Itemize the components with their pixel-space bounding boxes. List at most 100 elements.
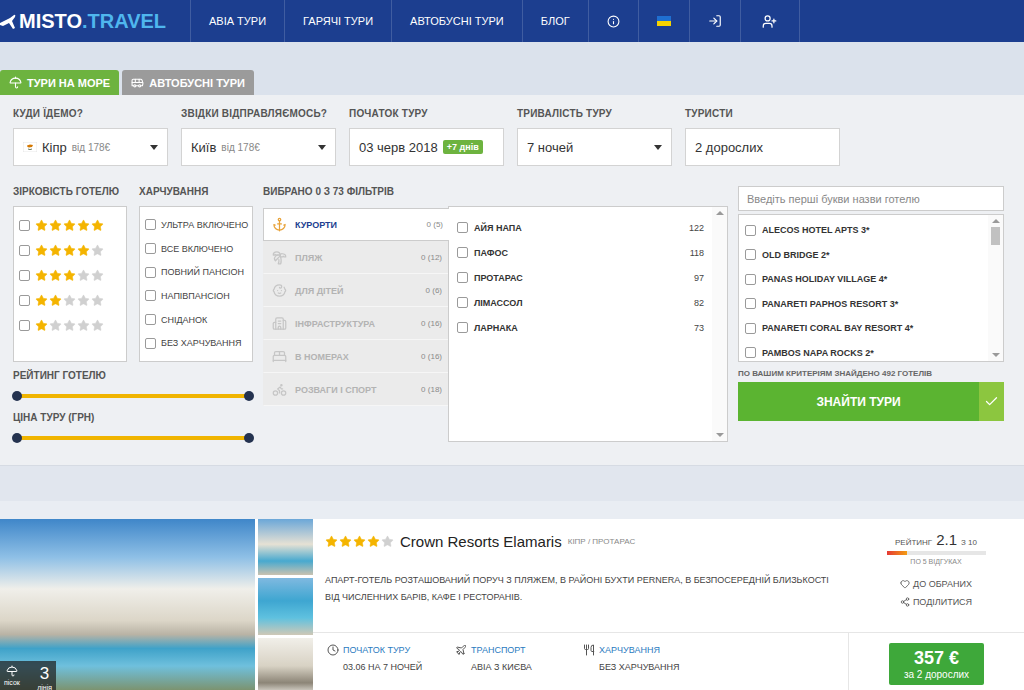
- star-option[interactable]: [19, 288, 121, 313]
- check-icon: [984, 394, 999, 409]
- language-link[interactable]: [638, 0, 689, 42]
- filter-category[interactable]: РОЗВАГИ І СПОРТ0 (18): [263, 373, 448, 406]
- filter-category[interactable]: ПЛЯЖ0 (12): [263, 241, 448, 274]
- resort-option[interactable]: ПАФОС118: [457, 240, 704, 265]
- scroll-thumb[interactable]: [991, 227, 1000, 245]
- checkbox[interactable]: [745, 249, 756, 260]
- hotel-option[interactable]: ALECOS HOTEL APTS 3*: [745, 218, 982, 243]
- star-option[interactable]: [19, 213, 121, 238]
- slider-handle[interactable]: [244, 391, 254, 401]
- hotel-photo[interactable]: пісок3лінія: [0, 519, 255, 690]
- checkbox[interactable]: [745, 298, 756, 309]
- text-field[interactable]: 2 дорослих: [685, 128, 840, 166]
- slider-handle[interactable]: [12, 433, 22, 443]
- meal-option[interactable]: ВСЕ ВКЛЮЧЕНО: [145, 237, 247, 261]
- price-button[interactable]: 357 €за 2 дорослих: [889, 643, 984, 685]
- resort-option[interactable]: ЛІМАССОЛ82: [457, 290, 704, 315]
- login-link[interactable]: [689, 0, 740, 42]
- search-tab[interactable]: ТУРИ НА МОРЕ: [0, 70, 119, 95]
- filter-category[interactable]: КУРОРТИ0 (5): [263, 208, 449, 241]
- checkbox[interactable]: [457, 322, 468, 333]
- checkbox[interactable]: [457, 222, 468, 233]
- clock-icon: [327, 644, 339, 656]
- checkbox[interactable]: [145, 219, 156, 230]
- checkbox[interactable]: [457, 247, 468, 258]
- select-field[interactable]: 7 ночей: [517, 128, 672, 166]
- select-field[interactable]: Кіпрвід 178€: [13, 128, 168, 166]
- star-option[interactable]: [19, 313, 121, 338]
- scrollbar[interactable]: [988, 215, 1003, 361]
- search-tab[interactable]: АВТОБУСНІ ТУРИ: [122, 70, 254, 95]
- meal-option[interactable]: НАПІВПАНСІОН: [145, 284, 247, 308]
- star-option[interactable]: [19, 263, 121, 288]
- scrollbar[interactable]: [712, 207, 727, 441]
- thumbnail[interactable]: [258, 638, 313, 690]
- filter-category[interactable]: В НОМЕРАХ0 (16): [263, 340, 448, 373]
- checkbox[interactable]: [145, 290, 156, 301]
- info-link[interactable]: [588, 0, 638, 42]
- hotel-option[interactable]: PAMBOS NAPA ROCKS 2*: [745, 341, 982, 366]
- star-icon: [63, 319, 76, 332]
- hotel-option[interactable]: PANARETI PAPHOS RESORT 3*: [745, 292, 982, 317]
- hotel-option[interactable]: OLD BRIDGE 2*: [745, 243, 982, 268]
- meal-option[interactable]: БЕЗ ХАРЧУВАННЯ: [145, 331, 247, 355]
- checkbox[interactable]: [19, 270, 30, 281]
- select-field[interactable]: Київвід 178€: [181, 128, 336, 166]
- star-icon: [63, 219, 76, 232]
- logo[interactable]: MISTO.TRAVEL: [0, 0, 190, 42]
- resort-option[interactable]: ПРОТАРАС97: [457, 265, 704, 290]
- slider-handle[interactable]: [244, 433, 254, 443]
- star-icon: [35, 219, 48, 232]
- nav-link[interactable]: АВТОБУСНІ ТУРИ: [391, 0, 522, 42]
- checkbox[interactable]: [145, 243, 156, 254]
- scroll-up-icon[interactable]: [992, 219, 1000, 223]
- scroll-down-icon[interactable]: [992, 353, 1000, 357]
- hotel-option[interactable]: PANAS HOLIDAY VILLAGE 4*: [745, 267, 982, 292]
- share-link[interactable]: ПОДІЛИТИСЯ: [900, 597, 972, 607]
- filter-category[interactable]: ІНФРАСТРУКТУРА0 (16): [263, 307, 448, 340]
- star-option[interactable]: [19, 238, 121, 263]
- star-icon: [339, 535, 352, 548]
- hotel-option[interactable]: PANARETI CORAL BAY RESORT 4*: [745, 316, 982, 341]
- register-link[interactable]: [740, 0, 800, 42]
- checkbox[interactable]: [745, 274, 756, 285]
- tour-detail: ПОЧАТОК ТУРУ03.06 НА 7 НОЧЕЙ: [327, 644, 455, 690]
- slider-handle[interactable]: [12, 391, 22, 401]
- meal-option[interactable]: УЛЬТРА ВКЛЮЧЕНО: [145, 213, 247, 237]
- nav-link[interactable]: АВІА ТУРИ: [190, 0, 284, 42]
- range-slider[interactable]: [17, 394, 249, 398]
- scroll-up-icon[interactable]: [716, 211, 724, 215]
- checkbox[interactable]: [19, 220, 30, 231]
- checkbox[interactable]: [745, 225, 756, 236]
- checkbox[interactable]: [145, 338, 156, 349]
- checkbox[interactable]: [145, 314, 156, 325]
- favorite-link[interactable]: ДО ОБРАНИХ: [900, 579, 972, 589]
- checkbox[interactable]: [457, 297, 468, 308]
- scroll-down-icon[interactable]: [716, 433, 724, 437]
- checkbox[interactable]: [457, 272, 468, 283]
- field-label: ПОЧАТОК ТУРУ: [349, 108, 504, 120]
- checkbox[interactable]: [19, 295, 30, 306]
- find-tours-button[interactable]: ЗНАЙТИ ТУРИ: [738, 382, 1004, 421]
- checkbox[interactable]: [19, 320, 30, 331]
- star-icon: [381, 535, 394, 548]
- nav-link[interactable]: ГАРЯЧІ ТУРИ: [284, 0, 391, 42]
- tour-detail: ХАРЧУВАННЯБЕЗ ХАРЧУВАННЯ: [583, 644, 711, 690]
- resort-option[interactable]: АЙЯ НАПА122: [457, 215, 704, 240]
- thumbnail[interactable]: [258, 519, 313, 575]
- filter-category[interactable]: ДЛЯ ДІТЕЙ0 (6): [263, 274, 448, 307]
- nav-link[interactable]: БЛОГ: [522, 0, 588, 42]
- checkbox[interactable]: [145, 267, 156, 278]
- hotel-search-input[interactable]: [738, 186, 1004, 211]
- range-slider[interactable]: [17, 436, 249, 440]
- date-field[interactable]: 03 черв 2018+7 днів: [349, 128, 504, 166]
- checkbox[interactable]: [745, 323, 756, 334]
- thumbnail[interactable]: [258, 578, 313, 634]
- hotel-name[interactable]: Crown Resorts Elamaris: [400, 533, 562, 550]
- meal-option[interactable]: ПОВНИЙ ПАНСІОН: [145, 260, 247, 284]
- checkbox[interactable]: [19, 245, 30, 256]
- checkbox[interactable]: [745, 347, 756, 358]
- resort-option[interactable]: ЛАРНАКА73: [457, 315, 704, 340]
- resorts-icon: [272, 217, 287, 232]
- meal-option[interactable]: СНІДАНОК: [145, 308, 247, 332]
